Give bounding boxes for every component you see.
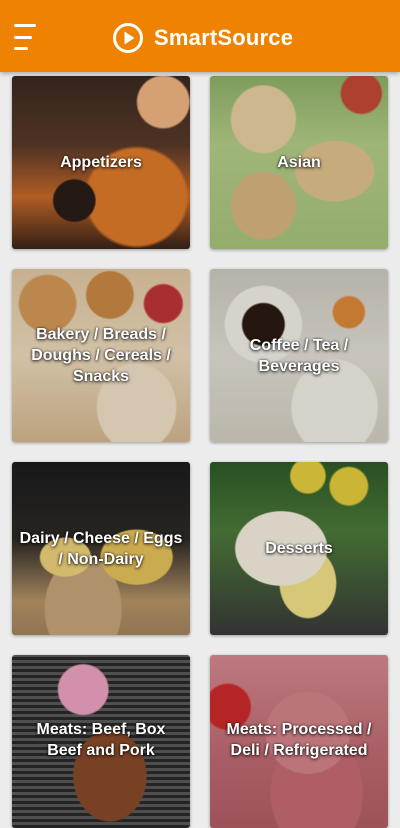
- category-tile-coffee-tea[interactable]: Coffee / Tea / Beverages: [210, 269, 388, 442]
- category-label: Coffee / Tea / Beverages: [249, 336, 349, 375]
- category-tile-asian[interactable]: Asian: [210, 76, 388, 249]
- app-title: SmartSource: [154, 25, 294, 50]
- category-tile-appetizers[interactable]: Appetizers: [12, 76, 190, 249]
- app-bar: SmartSource: [0, 0, 400, 72]
- brand: SmartSource: [112, 22, 293, 54]
- category-label: Dairy / Cheese / Eggs / Non-Dairy: [19, 529, 183, 568]
- category-tile-meats-beef[interactable]: Meats: Beef, Box Beef and Pork: [12, 655, 190, 828]
- category-label: Desserts: [265, 540, 333, 557]
- menu-line: [14, 24, 36, 27]
- category-label: Bakery / Breads / Doughs / Cereals / Sna…: [31, 326, 171, 385]
- category-tile-meats-processed[interactable]: Meats: Processed / Deli / Refrigerated: [210, 655, 388, 828]
- play-circle-icon: [113, 23, 143, 53]
- category-tile-desserts[interactable]: Desserts: [210, 462, 388, 635]
- category-label: Asian: [277, 154, 321, 171]
- category-label: Meats: Beef, Box Beef and Pork: [36, 721, 166, 759]
- category-grid: Appetizers Asian Bakery / Breads / Dough…: [12, 76, 388, 828]
- category-label: Appetizers: [60, 154, 142, 171]
- category-tile-dairy[interactable]: Dairy / Cheese / Eggs / Non-Dairy: [12, 462, 190, 635]
- hamburger-menu-icon[interactable]: [14, 24, 44, 50]
- menu-line: [14, 47, 28, 50]
- category-label: Meats: Processed / Deli / Refrigerated: [226, 721, 372, 759]
- category-tile-bakery[interactable]: Bakery / Breads / Doughs / Cereals / Sna…: [12, 269, 190, 442]
- menu-line: [14, 35, 32, 39]
